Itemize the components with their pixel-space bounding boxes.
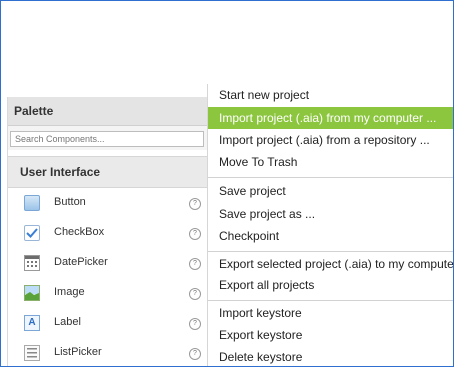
menu-item-import-keystore[interactable]: Import keystore [208, 302, 453, 324]
component-item-button[interactable]: Button ? [8, 188, 208, 218]
section-user-interface[interactable]: User Interface [8, 156, 208, 188]
menu-item-import-from-repository[interactable]: Import project (.aia) from a repository … [208, 129, 453, 151]
help-icon[interactable]: ? [189, 348, 201, 360]
component-label: DatePicker [54, 256, 108, 268]
button-icon [24, 195, 40, 211]
component-label: Image [54, 286, 85, 298]
menu-item-start-new-project[interactable]: Start new project [208, 84, 453, 106]
menu-item-delete-keystore[interactable]: Delete keystore [208, 346, 453, 366]
listpicker-icon [24, 345, 40, 361]
palette-search-wrap [8, 126, 208, 150]
label-icon: A [24, 315, 40, 331]
menu-separator [208, 300, 453, 301]
menu-item-import-from-computer[interactable]: Import project (.aia) from my computer .… [208, 107, 453, 129]
component-item-image[interactable]: Image ? [8, 278, 208, 308]
help-icon[interactable]: ? [189, 288, 201, 300]
palette-title: Palette [8, 97, 208, 126]
image-icon [24, 285, 40, 301]
datepicker-icon [24, 255, 40, 271]
component-list: Button ? CheckBox ? DatePicker ? Image ?… [8, 188, 208, 366]
component-label: Label [54, 316, 81, 328]
menu-separator [208, 251, 453, 252]
component-item-datepicker[interactable]: DatePicker ? [8, 248, 208, 278]
component-item-listpicker[interactable]: ListPicker ? [8, 338, 208, 366]
help-icon[interactable]: ? [189, 198, 201, 210]
component-item-checkbox[interactable]: CheckBox ? [8, 218, 208, 248]
menu-item-export-all-projects[interactable]: Export all projects [208, 274, 453, 296]
menu-item-export-keystore[interactable]: Export keystore [208, 324, 453, 346]
component-label: ListPicker [54, 346, 102, 358]
palette-panel: Palette User Interface Button ? CheckBox… [7, 97, 209, 366]
component-label: CheckBox [54, 226, 105, 238]
checkbox-icon [24, 225, 40, 241]
projects-dropdown-menu: Start new project Import project (.aia) … [207, 84, 453, 366]
menu-item-checkpoint[interactable]: Checkpoint [208, 225, 453, 247]
menu-item-save-project[interactable]: Save project [208, 180, 453, 202]
help-icon[interactable]: ? [189, 318, 201, 330]
menu-item-move-to-trash[interactable]: Move To Trash [208, 151, 453, 173]
screenshot-frame: Palette User Interface Button ? CheckBox… [0, 0, 454, 367]
menu-separator [208, 177, 453, 178]
menu-item-save-project-as[interactable]: Save project as ... [208, 203, 453, 225]
menu-item-export-selected-project[interactable]: Export selected project (.aia) to my com… [208, 253, 453, 275]
help-icon[interactable]: ? [189, 258, 201, 270]
component-item-label[interactable]: A Label ? [8, 308, 208, 338]
search-components-input[interactable] [10, 131, 204, 147]
help-icon[interactable]: ? [189, 228, 201, 240]
component-label: Button [54, 196, 86, 208]
